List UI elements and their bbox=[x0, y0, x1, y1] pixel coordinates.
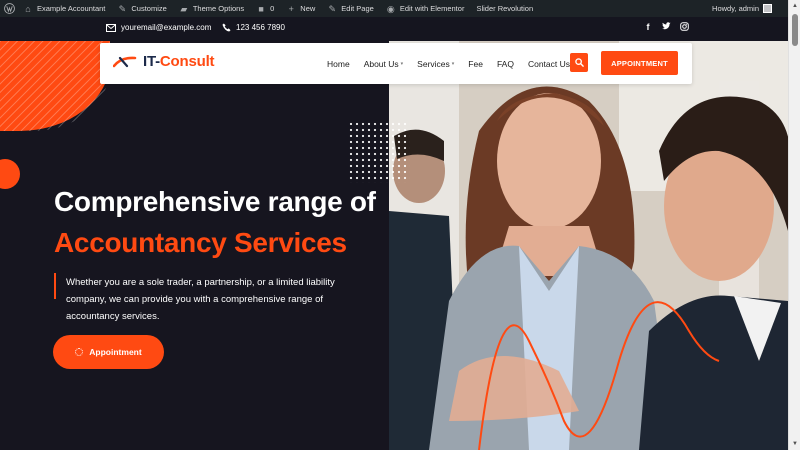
hero-section: Comprehensive range of Accountancy Servi… bbox=[0, 41, 788, 450]
home-icon: ⌂ bbox=[25, 3, 31, 14]
contact-phone[interactable]: 123 456 7890 bbox=[222, 23, 285, 32]
scroll-thumb[interactable] bbox=[792, 14, 798, 46]
avatar bbox=[763, 4, 772, 13]
logo-swoosh-icon bbox=[113, 56, 137, 67]
search-button[interactable] bbox=[570, 53, 588, 72]
site-header: IT-Consult Home About Us ▾ Services ▾ Fe… bbox=[100, 43, 692, 84]
admin-bar-slider-revolution[interactable]: Slider Revolution bbox=[476, 4, 533, 13]
scroll-up-arrow-icon[interactable]: ▲ bbox=[789, 0, 800, 12]
decorative-orange-circle bbox=[0, 159, 20, 189]
contact-email[interactable]: youremail@example.com bbox=[106, 23, 211, 32]
chevron-down-icon: ▾ bbox=[451, 60, 455, 67]
page-scrollbar[interactable]: ▲ ▼ bbox=[788, 0, 800, 450]
admin-bar-elementor[interactable]: ◉ Edit with Elementor bbox=[386, 4, 465, 14]
hero-photo bbox=[389, 41, 788, 450]
scroll-down-arrow-icon[interactable]: ▼ bbox=[789, 438, 800, 450]
hero-title-line2: Accountancy Services bbox=[54, 227, 347, 258]
admin-bar-comments[interactable]: ■ 0 bbox=[256, 4, 274, 14]
social-links: f bbox=[644, 22, 689, 32]
admin-bar-theme-options[interactable]: ▰ Theme Options bbox=[179, 4, 244, 14]
envelope-icon bbox=[106, 23, 116, 32]
phone-icon bbox=[222, 23, 231, 32]
admin-bar-new[interactable]: + New bbox=[286, 3, 316, 14]
search-icon bbox=[574, 58, 584, 67]
site-logo[interactable]: IT-Consult bbox=[113, 53, 215, 70]
nav-faq[interactable]: FAQ bbox=[497, 59, 514, 69]
main-nav: Home About Us ▾ Services ▾ Fee FAQ Conta… bbox=[327, 43, 584, 84]
description-accent-bar bbox=[54, 273, 56, 299]
elementor-icon: ◉ bbox=[386, 3, 395, 14]
decorative-dot-grid bbox=[348, 121, 410, 183]
comment-icon: ■ bbox=[258, 3, 264, 14]
top-info-bar: youremail@example.com 123 456 7890 f bbox=[0, 17, 788, 41]
header-appointment-button[interactable]: APPOINTMENT bbox=[601, 51, 678, 75]
loader-icon bbox=[75, 348, 84, 356]
hero-appointment-button[interactable]: Appointment bbox=[53, 335, 164, 369]
admin-bar-account[interactable]: Howdy, admin bbox=[712, 4, 772, 13]
twitter-icon[interactable] bbox=[662, 22, 671, 32]
wordpress-icon[interactable] bbox=[4, 3, 15, 14]
theme-options-icon: ▰ bbox=[180, 3, 188, 14]
plus-icon: + bbox=[288, 3, 294, 14]
nav-contact-us[interactable]: Contact Us bbox=[528, 59, 570, 69]
hero-description: Whether you are a sole trader, a partner… bbox=[66, 277, 335, 322]
nav-fee[interactable]: Fee bbox=[468, 59, 483, 69]
admin-bar-customize[interactable]: ✎ Customize bbox=[117, 3, 167, 14]
nav-about-us[interactable]: About Us ▾ bbox=[364, 59, 403, 69]
wp-admin-bar: ⌂ Example Accountant ✎ Customize ▰ Theme… bbox=[0, 0, 800, 17]
pencil-icon: ✎ bbox=[328, 3, 337, 14]
brush-icon: ✎ bbox=[118, 3, 127, 14]
admin-bar-edit-page[interactable]: ✎ Edit Page bbox=[327, 4, 374, 14]
instagram-icon[interactable] bbox=[680, 22, 689, 32]
nav-services[interactable]: Services ▾ bbox=[417, 59, 454, 69]
hero-title-line1: Comprehensive range of bbox=[54, 186, 376, 217]
nav-home[interactable]: Home bbox=[327, 59, 350, 69]
facebook-icon[interactable]: f bbox=[644, 22, 652, 32]
chevron-down-icon: ▾ bbox=[400, 60, 404, 67]
decorative-stripes bbox=[0, 41, 110, 131]
business-people-image bbox=[389, 41, 788, 450]
admin-bar-site-name[interactable]: ⌂ Example Accountant bbox=[23, 4, 105, 14]
